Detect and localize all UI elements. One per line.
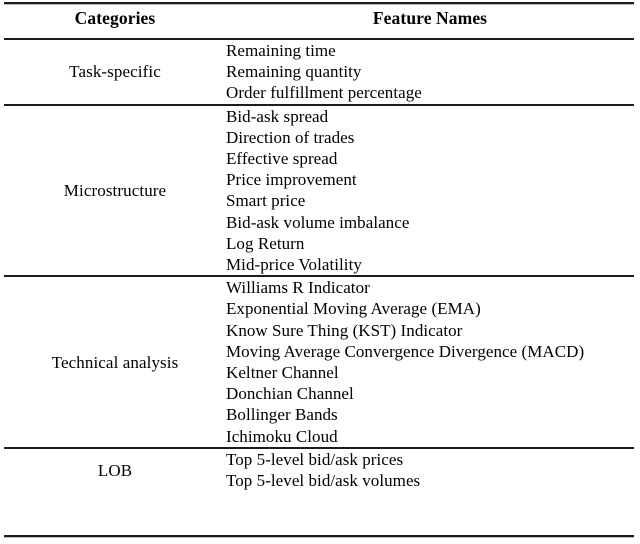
list-item: Keltner Channel <box>226 363 339 383</box>
list-item: Bid-ask spread <box>226 106 329 126</box>
list-item: Bid-ask volume imbalance <box>226 212 410 232</box>
list-item: Bollinger Bands <box>226 405 338 425</box>
list-item: Remaining quantity <box>226 62 362 82</box>
table-row: LOB Top 5-level bid/ask prices Top 5-lev… <box>4 448 634 491</box>
list-item: Donchian Channel <box>226 384 354 404</box>
list-item: Order fulfillment percentage <box>226 83 422 103</box>
list-item: Exponential Moving Average (EMA) <box>226 299 481 319</box>
category-label-lob: LOB <box>97 460 133 480</box>
category-label-microstructure: Microstructure <box>4 104 226 278</box>
table-top-rule <box>4 2 634 4</box>
table-row: Technical analysis Williams R Indicator … <box>4 276 634 449</box>
table-header-row: Categories Feature Names <box>4 0 634 40</box>
list-item: Direction of trades <box>226 127 355 147</box>
feature-list-microstructure: Bid-ask spread Direction of trades Effec… <box>226 106 634 276</box>
list-item: Moving Average Convergence Divergence (M… <box>226 341 585 361</box>
list-item: Remaining time <box>226 41 336 60</box>
list-item: Effective spread <box>226 149 338 169</box>
list-item: Mid-price Volatility <box>226 255 362 275</box>
feature-list-task-specific: Remaining time Remaining quantity Order … <box>226 40 634 104</box>
feature-list-technical-analysis: Williams R Indicator Exponential Moving … <box>226 277 634 447</box>
table-row: Task-specific Remaining time Remaining q… <box>4 39 634 106</box>
feature-cell-task-specific: Remaining time Remaining quantity Order … <box>226 39 634 106</box>
column-header-features-label: Feature Names <box>372 8 488 28</box>
category-label-task-specific: Task-specific <box>4 39 226 106</box>
list-item: Williams R Indicator <box>226 278 370 298</box>
category-label-technical-analysis: Technical analysis <box>4 276 226 449</box>
feature-categories-table: Categories Feature Names Task-specific R… <box>4 0 634 491</box>
list-item: Log Return <box>226 233 305 253</box>
list-item: Price improvement <box>226 170 357 190</box>
list-item: Ichimoku Cloud <box>226 426 338 446</box>
table-row: Microstructure Bid-ask spread Direction … <box>4 104 634 278</box>
list-item: Smart price <box>226 191 306 211</box>
table-container: Categories Feature Names Task-specific R… <box>0 0 640 544</box>
feature-cell-lob: Top 5-level bid/ask prices Top 5-level b… <box>226 448 634 491</box>
column-header-categories-label: Categories <box>74 8 156 28</box>
feature-list-lob: Top 5-level bid/ask prices Top 5-level b… <box>226 449 634 491</box>
column-header-categories: Categories <box>4 0 226 40</box>
table-bottom-rule <box>4 535 634 537</box>
list-item: Know Sure Thing (KST) Indicator <box>226 320 463 340</box>
list-item: Top 5-level bid/ask prices <box>226 449 404 469</box>
list-item: Top 5-level bid/ask volumes <box>226 471 421 491</box>
column-header-features: Feature Names <box>226 0 634 40</box>
table-body: Task-specific Remaining time Remaining q… <box>4 39 634 491</box>
feature-cell-microstructure: Bid-ask spread Direction of trades Effec… <box>226 104 634 278</box>
feature-cell-technical-analysis: Williams R Indicator Exponential Moving … <box>226 276 634 449</box>
